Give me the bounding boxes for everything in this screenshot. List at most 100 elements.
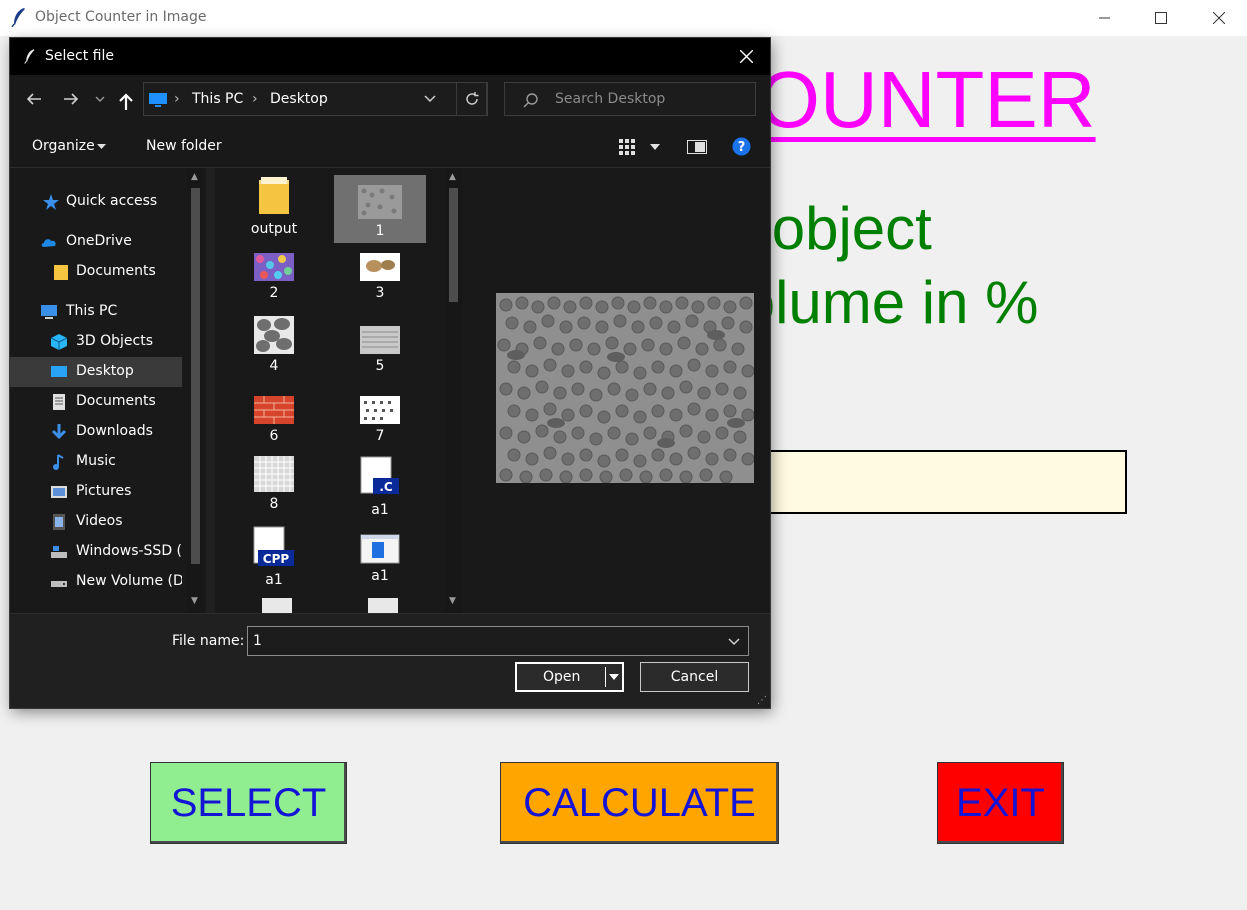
file-item-a1-exe[interactable]: a1	[334, 534, 426, 584]
file-item-1[interactable]: 1	[334, 175, 426, 243]
nav-item-onedrive[interactable]: OneDrive	[10, 227, 182, 257]
cancel-button[interactable]: Cancel	[640, 662, 749, 692]
file-list: output 1 2 3 4 5 6 7 8 .C a1 CPP a1 a1	[215, 168, 465, 613]
nav-item-onedrive-documents[interactable]: Documents	[10, 257, 182, 287]
feather-icon	[24, 49, 35, 64]
dialog-titlebar: Select file	[10, 38, 770, 75]
chevron-down-icon[interactable]	[424, 95, 436, 103]
cloud-icon	[41, 239, 56, 247]
file-item-a1-cpp[interactable]: CPP a1	[228, 526, 320, 588]
image-thumbnail-icon	[360, 326, 400, 354]
image-thumbnail-icon	[360, 253, 400, 281]
nav-item-windows-ssd[interactable]: Windows-SSD (C	[10, 537, 182, 567]
forward-arrow-icon[interactable]	[63, 91, 79, 107]
file-list-scrollbar[interactable]: ▲ ▼	[445, 168, 462, 613]
svg-text:.C: .C	[379, 480, 393, 494]
download-icon	[51, 424, 67, 440]
close-window-button[interactable]	[1191, 0, 1247, 36]
breadcrumb-desktop[interactable]: Desktop	[270, 91, 328, 107]
nav-item-this-pc[interactable]: This PC	[10, 297, 182, 327]
folder-icon	[259, 177, 289, 214]
cube-icon	[50, 334, 68, 350]
nav-item-music[interactable]: Music	[10, 447, 182, 477]
cpp-source-file-icon: CPP	[253, 526, 294, 566]
up-arrow-icon[interactable]	[118, 93, 134, 111]
navigation-pane: Quick access OneDrive Documents This PC …	[10, 168, 206, 613]
image-thumbnail-icon	[254, 456, 294, 492]
minimize-icon	[1099, 17, 1110, 19]
open-button[interactable]: Open	[515, 662, 624, 692]
file-item-a1-c[interactable]: .C a1	[334, 456, 426, 518]
close-icon	[740, 50, 753, 63]
feather-icon	[11, 8, 25, 27]
image-thumbnail-icon	[254, 316, 294, 354]
chevron-down-icon[interactable]	[650, 144, 660, 150]
dropdown-arrow-icon[interactable]	[609, 674, 619, 680]
chevron-down-icon[interactable]	[728, 638, 740, 646]
close-icon	[1213, 12, 1225, 24]
window-titlebar: Object Counter in Image	[0, 0, 1247, 36]
star-icon	[43, 194, 59, 210]
file-item-7[interactable]: 7	[334, 396, 426, 444]
breadcrumb-this-pc[interactable]: This PC	[192, 91, 243, 107]
dialog-footer: File name: 1 Open Cancel ⋰	[10, 613, 770, 708]
maximize-icon	[1155, 12, 1167, 24]
preview-pane-icon[interactable]	[687, 140, 707, 154]
application-icon	[360, 534, 400, 564]
exit-button[interactable]: EXIT	[937, 762, 1064, 844]
recent-locations-chevron-icon[interactable]	[95, 96, 105, 102]
c-source-file-icon: .C	[360, 456, 399, 494]
image-thumbnail-icon	[358, 185, 402, 219]
scrollbar-thumb[interactable]	[191, 188, 200, 564]
organize-menu[interactable]: Organize	[32, 138, 95, 154]
view-grid-icon[interactable]	[619, 139, 637, 155]
file-item-6[interactable]: 6	[228, 396, 320, 444]
select-button[interactable]: SELECT	[150, 762, 347, 844]
search-box[interactable]: Search Desktop	[504, 82, 756, 116]
nav-item-new-volume[interactable]: New Volume (D:	[10, 567, 182, 597]
file-item-output[interactable]: output	[228, 175, 320, 237]
navigation-scrollbar[interactable]: ▲ ▼	[187, 168, 204, 613]
image-thumbnail-icon	[254, 253, 294, 281]
folder-icon	[54, 265, 68, 280]
select-file-dialog: Select file › This PC › Desktop Search D…	[10, 38, 770, 708]
file-item-3[interactable]: 3	[334, 253, 426, 301]
drive-icon	[51, 546, 67, 558]
nav-item-desktop[interactable]: Desktop	[10, 357, 182, 387]
resize-grip-icon[interactable]: ⋰	[757, 695, 767, 706]
drive-icon	[51, 581, 67, 587]
back-arrow-icon[interactable]	[26, 91, 42, 107]
nav-item-quick-access[interactable]: Quick access	[10, 187, 182, 217]
nav-item-pictures[interactable]: Pictures	[10, 477, 182, 507]
file-thumbnail-partial	[368, 598, 398, 613]
dialog-close-button[interactable]	[726, 38, 770, 75]
command-bar: Organize New folder ?	[10, 127, 770, 168]
address-bar[interactable]: › This PC › Desktop	[143, 82, 487, 116]
document-icon	[53, 394, 65, 410]
file-name-label: File name:	[172, 633, 245, 649]
search-placeholder: Search Desktop	[555, 91, 666, 107]
computer-icon	[41, 305, 57, 319]
calculate-button[interactable]: CALCULATE	[500, 762, 779, 844]
file-item-5[interactable]: 5	[334, 326, 426, 374]
window-title: Object Counter in Image	[35, 9, 207, 25]
image-preview	[496, 293, 754, 483]
file-item-2[interactable]: 2	[228, 253, 320, 301]
refresh-button[interactable]	[456, 82, 488, 116]
file-name-input[interactable]: 1	[247, 626, 749, 656]
file-item-4[interactable]: 4	[228, 316, 320, 374]
pictures-icon	[51, 486, 67, 498]
minimize-button[interactable]	[1077, 0, 1133, 36]
file-item-8[interactable]: 8	[228, 456, 320, 512]
new-folder-button[interactable]: New folder	[146, 138, 222, 154]
chevron-down-icon	[97, 144, 106, 149]
cells-preview-image	[496, 293, 754, 483]
nav-item-downloads[interactable]: Downloads	[10, 417, 182, 447]
nav-item-videos[interactable]: Videos	[10, 507, 182, 537]
help-icon[interactable]: ?	[732, 137, 751, 156]
scrollbar-thumb[interactable]	[449, 188, 458, 302]
nav-item-3d-objects[interactable]: 3D Objects	[10, 327, 182, 357]
nav-item-documents[interactable]: Documents	[10, 387, 182, 417]
maximize-button[interactable]	[1133, 0, 1189, 36]
search-icon	[523, 93, 538, 108]
